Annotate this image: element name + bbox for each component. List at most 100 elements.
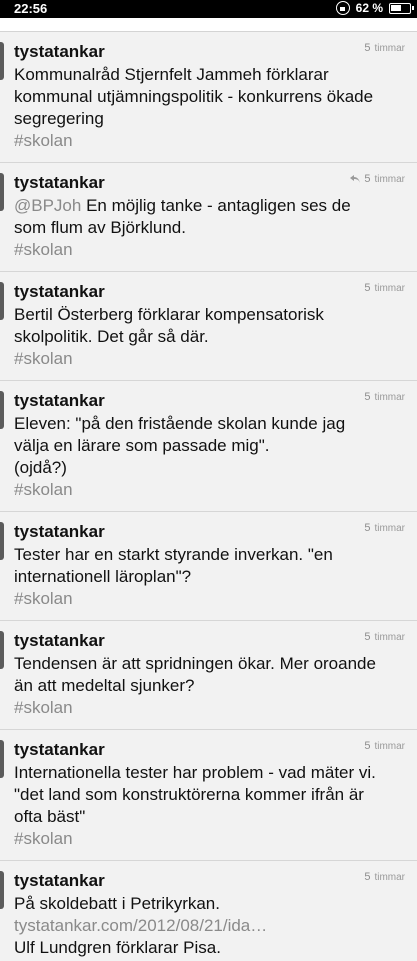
- tweet-time-unit: timmar: [374, 42, 405, 54]
- tweet-timestamp: 5 timmar: [364, 42, 405, 54]
- tweet-text: skolpolitik. Det går så där.: [14, 327, 209, 346]
- tweet-time-unit: timmar: [374, 522, 405, 534]
- tweet-timestamp: 5 timmar: [364, 871, 405, 883]
- tweet-text: som flum av Björklund.: [14, 218, 186, 237]
- tweet-line: Tendensen är att spridningen ökar. Mer o…: [14, 653, 403, 675]
- tweet-body: Tester har en starkt styrande inverkan. …: [14, 544, 403, 588]
- tweet-text: segregering: [14, 109, 104, 128]
- tweet-text: (ojdå?): [14, 458, 67, 477]
- tweet-hashtag[interactable]: #skolan: [14, 479, 403, 501]
- tweet-line: som flum av Björklund.: [14, 217, 403, 239]
- tweet-time-number: 5: [364, 740, 371, 752]
- tweet-text: Tendensen är att spridningen ökar. Mer o…: [14, 654, 376, 673]
- tweet-link[interactable]: tystatankar.com/2012/08/21/ida…: [14, 915, 403, 937]
- tweet-timestamp: 5 timmar: [364, 631, 405, 643]
- tweet-text: Internationella tester har problem - vad…: [14, 763, 376, 782]
- tweet-text: Eleven: "på den fristående skolan kunde …: [14, 414, 346, 433]
- tweet-time-unit: timmar: [374, 631, 405, 643]
- tweet-line: På skoldebatt i Petrikyrkan.: [14, 893, 403, 915]
- tweet-line: ofta bäst": [14, 806, 403, 828]
- tweet-hashtag[interactable]: #skolan: [14, 239, 403, 261]
- tweet-time-unit: timmar: [374, 391, 405, 403]
- tweet-line: välja en lärare som passade mig".: [14, 435, 403, 457]
- tweet-line: @BPJoh En möjlig tanke - antagligen ses …: [14, 195, 403, 217]
- tweet-text: Bertil Österberg förklarar kompensatoris…: [14, 305, 324, 324]
- tweet-body: Internationella tester har problem - vad…: [14, 762, 403, 828]
- tweet-item[interactable]: tystatankar 5 timmar Kommunalråd Stjernfelt…: [0, 32, 417, 163]
- tweet-mention[interactable]: @BPJoh: [14, 196, 81, 215]
- tweet-body: Tendensen är att spridningen ökar. Mer o…: [14, 653, 403, 697]
- tweet-line: kommunal utjämningspolitik - konkurrens …: [14, 86, 403, 108]
- tweet-item[interactable]: tystatankar 5 timmar Tendensen är att sprid…: [0, 621, 417, 730]
- tweet-username[interactable]: tystatankar: [14, 41, 403, 63]
- tweet-text: internationell läroplan"?: [14, 567, 192, 586]
- tweet-username[interactable]: tystatankar: [14, 172, 403, 194]
- tweet-line: Kommunalråd Stjernfelt Jammeh förklarar: [14, 64, 403, 86]
- tweet-time-number: 5: [364, 522, 371, 534]
- top-strip: [0, 18, 417, 32]
- tweet-text: kommunal utjämningspolitik - konkurrens …: [14, 87, 374, 106]
- tweet-time-number: 5: [364, 282, 371, 294]
- tweet-body: Eleven: "på den fristående skolan kunde …: [14, 413, 403, 479]
- tweet-text: Tester har en starkt styrande inverkan. …: [14, 545, 333, 564]
- tweet-text: Kommunalråd Stjernfelt Jammeh förklarar: [14, 65, 329, 84]
- tweet-time-unit: timmar: [374, 173, 405, 185]
- tweet-item[interactable]: tystatankar 5 timmar På skoldebatt i Petrik…: [0, 861, 417, 961]
- tweet-line: Internationella tester har problem - vad…: [14, 762, 403, 784]
- tweet-item[interactable]: tystatankar 5 timmar Internationella tester…: [0, 730, 417, 861]
- status-bar: 22:56 62 %: [0, 0, 417, 18]
- tweet-time-number: 5: [364, 631, 371, 643]
- tweet-item[interactable]: tystatankar 5 timmar Bertil Österberg förkl…: [0, 272, 417, 381]
- tweet-body: Bertil Österberg förklarar kompensatoris…: [14, 304, 403, 348]
- tweet-timestamp: 5 timmar: [364, 522, 405, 534]
- tweet-username[interactable]: tystatankar: [14, 739, 403, 761]
- tweet-timestamp: 5 timmar: [364, 740, 405, 752]
- tweet-body: @BPJoh En möjlig tanke - antagligen ses …: [14, 195, 403, 239]
- tweet-text: än att medeltal sjunker?: [14, 676, 195, 695]
- tweet-line: "det land som konstruktörerna kommer ifr…: [14, 784, 403, 806]
- tweet-hashtag[interactable]: #skolan: [14, 130, 403, 152]
- tweet-item[interactable]: tystatankar 5 timmar @BPJoh En möjlig tanke…: [0, 163, 417, 272]
- tweet-text: ofta bäst": [14, 807, 86, 826]
- timeline[interactable]: tystatankar 5 timmar Kommunalråd Stjernfelt…: [0, 32, 417, 961]
- tweet-body: Kommunalråd Stjernfelt Jammeh förklarar k…: [14, 64, 403, 130]
- tweet-text: En möjlig tanke - antagligen ses de: [81, 196, 351, 215]
- tweet-time-number: 5: [364, 42, 371, 54]
- tweet-time-unit: timmar: [374, 282, 405, 294]
- tweet-timestamp: 5 timmar: [364, 391, 405, 403]
- tweet-hashtag[interactable]: #skolan: [14, 697, 403, 719]
- tweet-hashtag[interactable]: #skolan: [14, 588, 403, 610]
- battery-percent: 62 %: [355, 1, 383, 15]
- tweet-line: internationell läroplan"?: [14, 566, 403, 588]
- rotation-lock-icon: [335, 1, 350, 15]
- tweet-time-unit: timmar: [374, 740, 405, 752]
- tweet-line: (ojdå?): [14, 457, 403, 479]
- tweet-text: välja en lärare som passade mig".: [14, 436, 270, 455]
- tweet-line: Tester har en starkt styrande inverkan. …: [14, 544, 403, 566]
- tweet-text: På skoldebatt i Petrikyrkan.: [14, 894, 220, 913]
- tweet-item[interactable]: tystatankar 5 timmar Tester har en starkt s…: [0, 512, 417, 621]
- tweet-username[interactable]: tystatankar: [14, 870, 403, 892]
- status-right: 62 %: [335, 1, 414, 15]
- tweet-hashtag[interactable]: #skolan: [14, 348, 403, 370]
- tweet-line: skolpolitik. Det går så där.: [14, 326, 403, 348]
- tweet-body: På skoldebatt i Petrikyrkan. tystatankar.…: [14, 893, 403, 959]
- tweet-line: segregering: [14, 108, 403, 130]
- tweet-username[interactable]: tystatankar: [14, 521, 403, 543]
- tweet-time-unit: timmar: [374, 871, 405, 883]
- tweet-timestamp: 5 timmar: [350, 173, 405, 185]
- tweet-text: "det land som konstruktörerna kommer ifr…: [14, 785, 364, 804]
- tweet-item[interactable]: tystatankar 5 timmar Eleven: "på den fristå…: [0, 381, 417, 512]
- status-time: 22:56: [14, 1, 48, 16]
- tweet-username[interactable]: tystatankar: [14, 630, 403, 652]
- tweet-line: Eleven: "på den fristående skolan kunde …: [14, 413, 403, 435]
- tweet-username[interactable]: tystatankar: [14, 281, 403, 303]
- tweet-username[interactable]: tystatankar: [14, 390, 403, 412]
- tweet-time-number: 5: [364, 871, 371, 883]
- tweet-time-number: 5: [364, 391, 371, 403]
- tweet-timestamp: 5 timmar: [364, 282, 405, 294]
- tweet-line: Ulf Lundgren förklarar Pisa.: [14, 938, 221, 957]
- tweet-time-number: 5: [364, 173, 371, 185]
- tweet-line: Bertil Österberg förklarar kompensatoris…: [14, 304, 403, 326]
- tweet-hashtag[interactable]: #skolan: [14, 828, 403, 850]
